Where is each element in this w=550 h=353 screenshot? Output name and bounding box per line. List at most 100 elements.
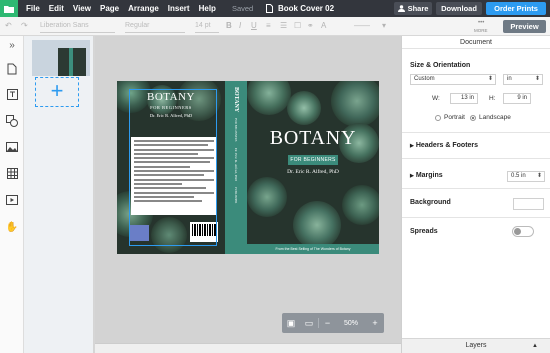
logo[interactable]: [0, 0, 18, 17]
width-label: W:: [432, 95, 440, 102]
zoom-level[interactable]: 50%: [336, 320, 366, 327]
top-bar: File Edit View Page Arrange Insert Help …: [0, 0, 550, 17]
add-page-button[interactable]: +: [35, 77, 79, 107]
share-label: Share: [407, 4, 429, 13]
book-spine[interactable]: BOTANY FOR BEGINNERS Dr. Eric R. Alfred,…: [225, 81, 247, 254]
undo-icon[interactable]: ↶: [5, 21, 12, 30]
folder-icon: [4, 5, 14, 13]
divider: [402, 217, 550, 218]
size-preset-select[interactable]: Custom ⬍: [410, 74, 496, 85]
shapes-icon[interactable]: [5, 115, 19, 127]
height-field[interactable]: 9 in: [503, 93, 531, 104]
menu-arrange[interactable]: Arrange: [128, 4, 159, 13]
background-label: Background: [410, 199, 451, 206]
collapse-icon[interactable]: »: [5, 40, 19, 52]
book-cover[interactable]: BOTANY FOR BEGINNERS Dr. Eric R. Alfred,…: [117, 81, 379, 254]
margins-select[interactable]: 0.5 in ⬍: [507, 171, 545, 182]
more-icon[interactable]: •••: [478, 20, 484, 26]
panel-title: Document: [402, 36, 550, 49]
spreads-label: Spreads: [410, 228, 438, 235]
spine-author: Dr. Eric R. Alfred, PhD: [234, 147, 238, 181]
divider: [402, 188, 550, 189]
left-tool-rail: » ✋: [0, 36, 24, 353]
landscape-radio[interactable]: Landscape: [470, 114, 511, 121]
page-thumbnail-selected[interactable]: [32, 40, 90, 76]
chat-icon[interactable]: ▭: [300, 318, 318, 329]
line-style-select[interactable]: ——: [354, 21, 370, 30]
link-icon[interactable]: ⚭: [307, 21, 314, 30]
font-family-select[interactable]: Liberation Sans: [40, 21, 115, 33]
divider: [402, 132, 550, 133]
download-button[interactable]: Download: [436, 2, 482, 15]
hand-icon[interactable]: ✋: [5, 222, 19, 234]
front-cover-subtitle[interactable]: FOR BEGINNERS: [288, 155, 338, 165]
margins-label: Margins: [415, 172, 443, 179]
size-orientation-heading: Size & Orientation: [410, 62, 471, 69]
size-preset-value: Custom: [414, 76, 435, 82]
table-icon[interactable]: [5, 168, 19, 180]
front-cover-title[interactable]: BOTANY: [247, 127, 379, 150]
comment-icon[interactable]: ▣: [282, 318, 300, 329]
bold-button[interactable]: B: [226, 21, 232, 30]
menu-view[interactable]: View: [73, 4, 91, 13]
select-caret-icon: ⬍: [536, 173, 542, 179]
menu-edit[interactable]: Edit: [49, 4, 64, 13]
italic-button[interactable]: I: [239, 21, 241, 30]
spine-publisher: PUBLISHER: [234, 186, 238, 203]
horizontal-scrollbar[interactable]: [95, 343, 401, 353]
portrait-radio[interactable]: Portrait: [435, 114, 465, 121]
headers-footers-section[interactable]: ▶ Headers & Footers: [410, 142, 478, 149]
list-icon[interactable]: ☰: [280, 21, 287, 30]
menu-page[interactable]: Page: [100, 4, 119, 13]
media-icon[interactable]: [5, 195, 19, 207]
document-title[interactable]: Book Cover 02: [266, 0, 334, 17]
order-prints-button[interactable]: Order Prints: [486, 2, 546, 15]
unit-select[interactable]: in ⬍: [503, 74, 543, 85]
front-cover-author[interactable]: Dr. Eric R. Alfred, PhD: [247, 169, 379, 175]
landscape-label: Landscape: [479, 114, 511, 121]
back-margin-guide: [129, 89, 217, 246]
front-cover[interactable]: BOTANY FOR BEGINNERS Dr. Eric R. Alfred,…: [247, 81, 379, 254]
front-cover-footer[interactable]: From the Best Selling of The Wonders of …: [247, 244, 379, 254]
spreads-toggle[interactable]: [512, 226, 534, 237]
text-icon[interactable]: [5, 89, 19, 101]
checkbox-icon[interactable]: ☐: [294, 21, 301, 30]
portrait-label: Portrait: [444, 114, 465, 121]
expand-triangle-icon: ▶: [410, 143, 414, 149]
underline-button[interactable]: U: [251, 21, 257, 30]
canvas-area[interactable]: BOTANY FOR BEGINNERS Dr. Eric R. Alfred,…: [95, 36, 401, 343]
saved-status: Saved: [231, 4, 254, 13]
menu-help[interactable]: Help: [199, 4, 216, 13]
radio-off-icon: [435, 114, 441, 121]
download-label: Download: [441, 4, 477, 13]
preview-button[interactable]: Preview: [503, 20, 546, 33]
layers-label: Layers: [465, 342, 487, 349]
width-field[interactable]: 13 in: [450, 93, 478, 104]
chevron-up-icon: ▲: [532, 343, 538, 349]
font-weight-select[interactable]: Regular: [125, 21, 185, 33]
menu-insert[interactable]: Insert: [168, 4, 190, 13]
zoom-in-button[interactable]: +: [366, 318, 384, 328]
background-color-swatch[interactable]: [513, 198, 544, 210]
document-properties-panel: Document Size & Orientation Custom ⬍ in …: [401, 36, 550, 353]
align-icon[interactable]: ≡: [266, 21, 271, 30]
divider: [402, 158, 550, 159]
headers-footers-label: Headers & Footers: [415, 142, 479, 149]
image-icon[interactable]: [5, 142, 19, 154]
expand-triangle-icon: ▶: [410, 173, 414, 179]
margins-section[interactable]: ▶ Margins: [410, 172, 443, 179]
font-size-select[interactable]: 14 pt: [195, 21, 219, 33]
layers-tab[interactable]: Layers ▲: [402, 338, 550, 353]
page-icon[interactable]: [5, 63, 19, 75]
order-prints-label: Order Prints: [494, 4, 538, 13]
select-caret-icon: ⬍: [487, 76, 493, 82]
share-button[interactable]: Share: [394, 2, 432, 15]
redo-icon[interactable]: ↷: [21, 21, 28, 30]
menu-file[interactable]: File: [26, 4, 40, 13]
margins-value: 0.5 in: [511, 173, 526, 179]
height-label: H:: [489, 95, 496, 102]
document-icon: [266, 4, 273, 13]
zoom-out-button[interactable]: −: [318, 318, 336, 328]
line-dropdown-chevron-icon[interactable]: ▾: [382, 21, 386, 30]
text-color-icon[interactable]: A: [321, 21, 326, 30]
